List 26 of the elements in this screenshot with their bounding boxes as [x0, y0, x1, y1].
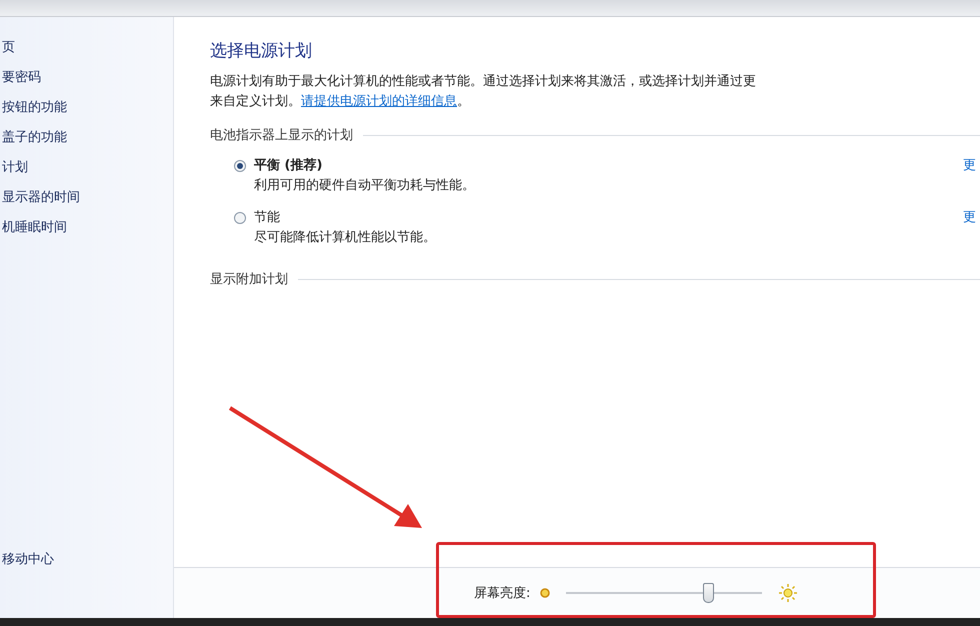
- change-plan-link[interactable]: 更: [963, 208, 976, 248]
- brightness-label: 屏幕亮度:: [474, 585, 530, 602]
- plan-name: 平衡 (推荐): [254, 157, 324, 175]
- plan-description: 利用可用的硬件自动平衡功耗与性能。: [254, 177, 476, 195]
- sidebar-link[interactable]: 盖子的功能: [2, 127, 173, 149]
- section-title[interactable]: 显示附加计划: [210, 270, 288, 288]
- description-text: 来自定义计划。请提供电源计划的详细信息。: [210, 93, 471, 111]
- sidebar-link[interactable]: 计划: [2, 157, 173, 179]
- details-link[interactable]: 请提供电源计划的详细信息: [301, 94, 457, 109]
- change-plan-link[interactable]: 更: [963, 156, 976, 196]
- description-text: 电源计划有助于最大化计算机的性能或者节能。通过选择计划来将其激活，或选择计划并通过更: [210, 73, 757, 91]
- plan-name: 节能: [254, 209, 281, 227]
- page-title: 选择电源计划: [210, 40, 313, 62]
- dim-sun-icon: [540, 588, 550, 598]
- sidebar-link[interactable]: 页: [2, 37, 173, 59]
- sidebar-link[interactable]: 按钮的功能: [2, 97, 173, 119]
- radio-button[interactable]: [234, 212, 246, 224]
- sidebar-link[interactable]: 机睡眠时间: [2, 217, 173, 239]
- sidebar-link[interactable]: 显示器的时间: [2, 187, 173, 209]
- radio-button[interactable]: [234, 160, 246, 172]
- sidebar-link[interactable]: 要密码: [2, 67, 173, 89]
- section-title: 电池指示器上显示的计划: [210, 127, 353, 144]
- slider-thumb[interactable]: [702, 583, 714, 603]
- plan-description: 尽可能降低计算机性能以节能。: [254, 229, 437, 247]
- bright-sun-icon: [778, 583, 798, 603]
- sidebar-link[interactable]: 移动中心: [2, 550, 173, 568]
